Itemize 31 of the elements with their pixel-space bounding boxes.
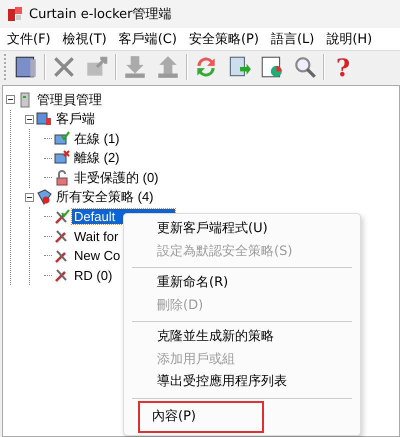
context-menu-item[interactable]: 克隆並生成新的策略 [128, 326, 356, 348]
expand-toggle[interactable] [6, 95, 15, 104]
tree-item[interactable]: Wait for [72, 228, 120, 244]
help-button[interactable]: ? [328, 52, 358, 82]
unlocked-icon [54, 170, 70, 186]
context-menu-item[interactable]: 內容(P) [140, 402, 262, 430]
menu-item[interactable]: 檢視(T) [60, 28, 116, 50]
computer-cross-icon [54, 150, 70, 166]
expand-toggle[interactable] [25, 192, 34, 202]
menu-item[interactable]: 說明(H) [323, 28, 382, 50]
tree-item[interactable]: RD (0) [72, 268, 114, 283]
tree-item[interactable]: 管理員管理 [35, 90, 104, 109]
expand-toggle[interactable] [25, 114, 34, 124]
menu-item[interactable]: 文件(F) [4, 28, 60, 50]
menu-item[interactable]: 客戶端(C) [116, 28, 186, 50]
context-menu-item[interactable]: 重新命名(R) [128, 272, 356, 294]
app-icon [7, 6, 23, 22]
computer-check-icon [54, 130, 70, 147]
context-menu-item[interactable]: 更新客戶端程式(U) [128, 218, 356, 240]
tree-item[interactable]: 所有安全策略 (4) [54, 188, 156, 206]
tools-check-icon [54, 208, 70, 225]
computer-icon [36, 111, 52, 128]
context-menu-item[interactable]: 導出受控應用程序列表 [128, 371, 356, 394]
tree-item[interactable]: 離線 (2) [72, 149, 122, 168]
window-title: Curtain e-locker管理端 [29, 6, 172, 23]
tree-item[interactable]: 客戶端 [54, 110, 97, 128]
tree-item[interactable]: New Co [72, 248, 122, 264]
menu-item[interactable]: 安全策略(P) [186, 28, 268, 50]
tree-item[interactable]: 非受保護的 (0) [72, 168, 160, 187]
menu-item[interactable]: 語言(L) [268, 28, 324, 50]
tree-item[interactable]: 在線 (1) [72, 130, 122, 148]
